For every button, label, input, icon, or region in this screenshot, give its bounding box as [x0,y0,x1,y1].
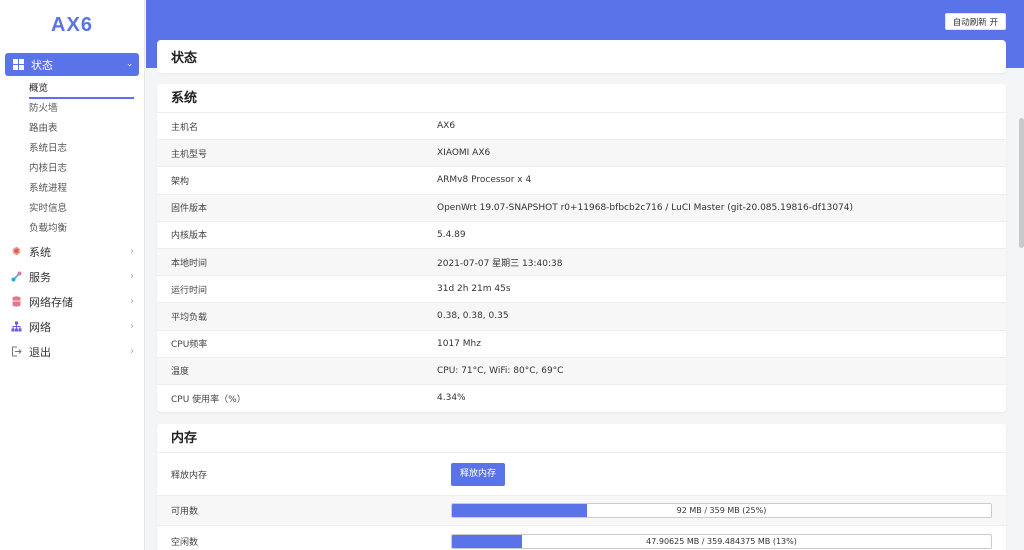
section-title: 系统 [157,84,1006,113]
table-row: 温度 CPU: 71°C, WiFi: 80°C, 69°C [157,357,1006,385]
submenu-item-overview[interactable]: 概览 [0,79,144,99]
row-value: 1017 Mhz [437,338,481,349]
logout-icon [11,346,22,357]
sidebar-item-status[interactable]: 状态 › [5,53,139,76]
table-row: 主机型号 XIAOMI AX6 [157,140,1006,168]
sidebar-item-label: 系统 [29,245,51,259]
chevron-right-icon: › [130,346,134,357]
dashboard-icon [13,59,24,70]
table-row: 平均负载 0.38, 0.38, 0.35 [157,303,1006,331]
row-value: XIAOMI AX6 [437,148,491,159]
sidebar-item-services[interactable]: 服务 › [0,264,144,289]
submenu-item-firewall[interactable]: 防火墙 [0,99,144,119]
row-value: CPU: 71°C, WiFi: 80°C, 69°C [437,365,564,376]
memory-section: 内存 释放内存 释放内存 可用数 92 MB / 359 MB (25%) 空闲… [157,424,1006,550]
table-row: 可用数 92 MB / 359 MB (25%) [157,496,1006,526]
system-section: 系统 主机名 AX6 主机型号 XIAOMI AX6 架构 ARMv8 Process… [157,84,1006,412]
table-row: 空闲数 47.90625 MB / 359.484375 MB (13%) [157,526,1006,550]
progress-text: 92 MB / 359 MB (25%) [676,506,767,515]
submenu-item-realtime[interactable]: 实时信息 [0,199,144,219]
sidebar-item-label: 退出 [29,345,51,359]
sidebar-item-nas[interactable]: 网络存储 › [0,289,144,314]
table-row: 固件版本 OpenWrt 19.07-SNAPSHOT r0+11968-bfbc… [157,194,1006,222]
table-row: 本地时间 2021-07-07 星期三 13:40:38 [157,248,1006,277]
table-row: CPU频率 1017 Mhz [157,331,1006,358]
table-row: CPU 使用率（%） 4.34% [157,385,1006,412]
row-value: 31d 2h 21m 45s [437,284,511,295]
row-value: AX6 [437,121,456,132]
free-memory-button[interactable]: 释放内存 [451,462,506,486]
table-row: 释放内存 释放内存 [157,453,1006,496]
row-value: 0.38, 0.38, 0.35 [437,311,509,322]
submenu-item-processes[interactable]: 系统进程 [0,179,144,199]
row-label: 温度 [171,367,190,378]
scrollbar-thumb[interactable] [1019,118,1024,248]
section-title: 内存 [157,424,1006,453]
row-label: 本地时间 [171,258,208,269]
chevron-right-icon: › [130,296,134,307]
gear-icon: ✺ [11,245,22,258]
sidebar-item-label: 网络 [29,320,51,334]
row-value: OpenWrt 19.07-SNAPSHOT r0+11968-bfbcb2c7… [437,202,854,213]
sidebar-item-label: 网络存储 [29,295,73,309]
status-submenu: 概览 防火墙 路由表 系统日志 内核日志 系统进程 实时信息 负载均衡 [0,79,144,239]
table-row: 主机名 AX6 [157,113,1006,141]
row-label: 主机名 [171,122,199,133]
auto-refresh-button[interactable]: 自动刷新 开 [944,13,1006,30]
system-table: 主机名 AX6 主机型号 XIAOMI AX6 架构 ARMv8 Processor … [157,113,1006,412]
sidebar: AX6 状态 › 概览 防火墙 路由表 系统日志 内核日志 系统进程 实时信息 … [0,0,145,550]
scrollbar[interactable] [1018,68,1024,550]
row-label: CPU频率 [171,340,208,351]
sidebar-item-system[interactable]: ✺ 系统 › [0,239,144,264]
row-label: 释放内存 [171,470,208,481]
submenu-item-routes[interactable]: 路由表 [0,119,144,139]
row-value: 5.4.89 [437,229,466,240]
row-value: 4.34% [437,393,466,404]
row-label: 可用数 [171,507,199,517]
share-icon [11,271,22,282]
row-label: 平均负载 [171,312,208,323]
progress-bar: 47.90625 MB / 359.484375 MB (13%) [451,533,992,549]
row-label: 固件版本 [171,204,208,215]
row-label: 架构 [171,176,190,187]
row-label: 运行时间 [171,285,208,296]
progress-text: 47.90625 MB / 359.484375 MB (13%) [646,536,797,546]
page-title: 状态 [157,40,1006,73]
logo: AX6 [51,13,93,36]
row-label: 空闲数 [171,537,199,548]
submenu-item-kernel-log[interactable]: 内核日志 [0,159,144,179]
chevron-right-icon: › [130,271,134,282]
sidebar-item-network[interactable]: 网络 › [0,314,144,339]
chevron-right-icon: › [130,246,134,257]
table-row: 内核版本 5.4.89 [157,222,1006,249]
chevron-down-icon: › [124,62,135,67]
row-label: 主机型号 [171,149,208,160]
sidebar-item-label: 状态 [31,58,53,72]
sidebar-item-label: 服务 [29,270,51,284]
table-row: 架构 ARMv8 Processor x 4 [157,167,1006,195]
progress-bar: 92 MB / 359 MB (25%) [451,503,992,518]
row-label: CPU 使用率（%） [171,394,246,405]
table-row: 运行时间 31d 2h 21m 45s [157,276,1006,304]
database-icon [11,296,22,307]
network-icon [11,321,22,332]
row-value: 2021-07-07 星期三 13:40:38 [437,258,563,269]
row-label: 内核版本 [171,231,208,242]
sidebar-item-logout[interactable]: 退出 › [0,339,144,364]
chevron-right-icon: › [130,321,134,332]
submenu-item-load-balancing[interactable]: 负载均衡 [0,219,144,239]
row-value: ARMv8 Processor x 4 [437,175,532,186]
submenu-item-syslog[interactable]: 系统日志 [0,139,144,159]
